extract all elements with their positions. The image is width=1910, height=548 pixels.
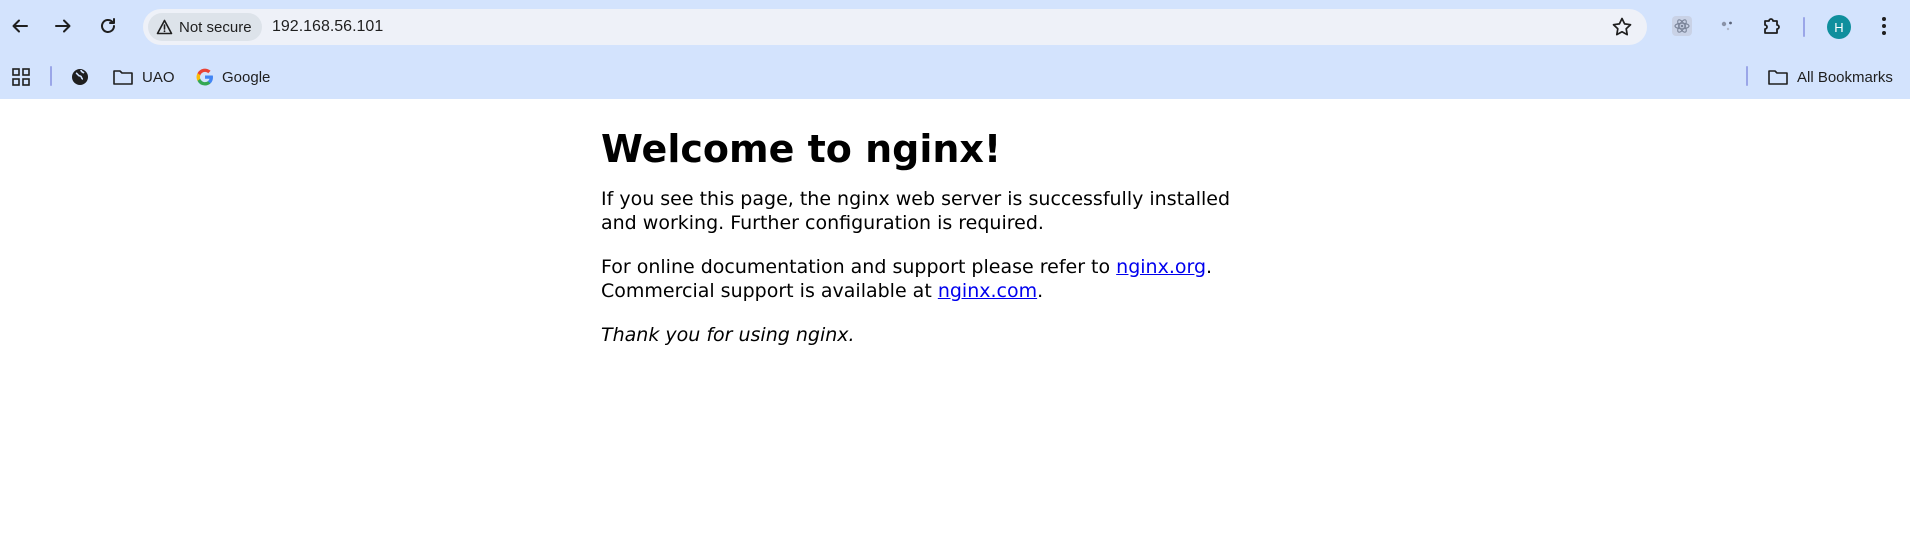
folder-icon	[1768, 70, 1788, 85]
thanks-text: Thank you for using nginx.	[601, 324, 855, 346]
docs-period: .	[1206, 256, 1213, 278]
bookmark-star-icon[interactable]	[1611, 16, 1633, 38]
page-content: Welcome to nginx! If you see this page, …	[601, 99, 1241, 347]
profile-avatar[interactable]: H	[1827, 15, 1851, 39]
url-text[interactable]: 192.168.56.101	[272, 17, 383, 37]
extension-sparkle-icon[interactable]	[1714, 13, 1740, 39]
bookmark-google[interactable]: Google	[196, 65, 270, 89]
browser-chrome: Not secure 192.168.56.101 H UAO Google A…	[0, 0, 1910, 99]
apps-grid-icon	[12, 68, 30, 86]
bookmark-label: Google	[222, 68, 271, 86]
bookmark-label: UAO	[142, 68, 175, 86]
thanks-paragraph: Thank you for using nginx.	[601, 323, 1241, 347]
react-devtools-icon[interactable]	[1669, 13, 1695, 39]
folder-icon	[113, 70, 133, 85]
all-bookmarks-button[interactable]: All Bookmarks	[1767, 65, 1893, 89]
back-button[interactable]	[3, 9, 37, 43]
nginx-org-link[interactable]: nginx.org	[1116, 256, 1206, 278]
security-chip[interactable]: Not secure	[148, 13, 262, 41]
all-bookmarks-label: All Bookmarks	[1797, 68, 1893, 86]
forward-button[interactable]	[46, 9, 80, 43]
docs-text: For online documentation and support ple…	[601, 256, 1117, 278]
security-label: Not secure	[179, 18, 252, 36]
docs-paragraph: For online documentation and support ple…	[601, 255, 1241, 303]
extensions-puzzle-icon[interactable]	[1759, 13, 1785, 39]
address-bar[interactable]: Not secure 192.168.56.101	[143, 9, 1647, 45]
commercial-period: .	[1037, 280, 1044, 302]
google-icon	[196, 68, 213, 86]
globe-icon	[72, 69, 88, 85]
reload-icon	[101, 18, 115, 33]
menu-kebab-icon[interactable]	[1871, 13, 1897, 39]
apps-grid-button[interactable]	[11, 65, 31, 89]
toolbar-separator	[1803, 17, 1805, 37]
bookmarks-separator	[1746, 66, 1748, 86]
bookmarks-separator	[50, 66, 52, 86]
bookmark-uao[interactable]: UAO	[112, 65, 175, 89]
warning-icon	[156, 19, 173, 35]
browser-toolbar: Not secure 192.168.56.101 H	[0, 0, 1910, 54]
back-arrow-icon	[12, 19, 28, 33]
bookmarks-bar: UAO Google All Bookmarks	[0, 54, 1910, 99]
page-title: Welcome to nginx!	[601, 127, 1002, 171]
reload-button[interactable]	[91, 9, 125, 43]
nginx-com-link[interactable]: nginx.com	[938, 280, 1037, 302]
commercial-text: Commercial support is available at	[601, 280, 938, 302]
forward-arrow-icon	[55, 19, 71, 33]
intro-paragraph: If you see this page, the nginx web serv…	[601, 188, 1231, 234]
bookmark-globe[interactable]	[70, 65, 90, 89]
